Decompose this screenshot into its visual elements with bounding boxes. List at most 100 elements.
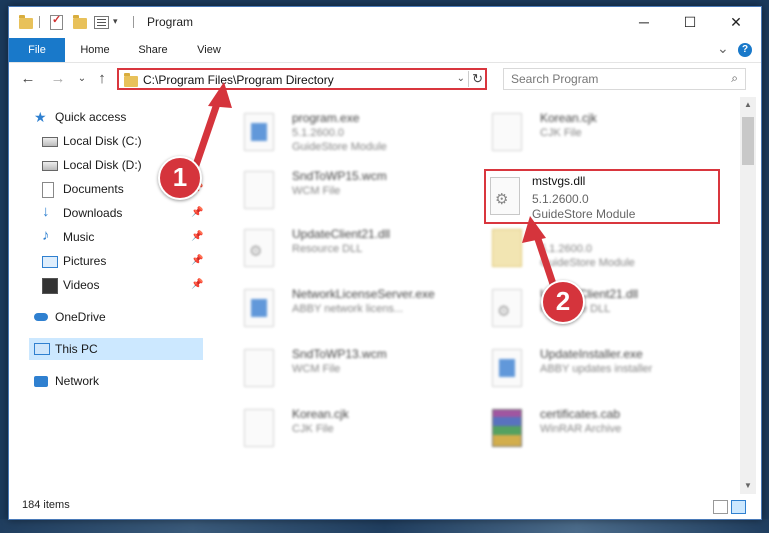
vertical-scrollbar[interactable]: ▲ ▼ (740, 97, 756, 494)
sidebar-item-this-pc[interactable]: This PC (29, 338, 203, 360)
file-item[interactable]: 5.1.2600.0 GuideStore Module (474, 223, 714, 277)
sidebar-item-label: Local Disk (D:) (63, 158, 142, 172)
dll-gear-icon (244, 229, 274, 267)
computer-icon (34, 343, 50, 355)
sidebar-item-local-disk-c[interactable]: Local Disk (C:) (9, 130, 205, 152)
file-icon (244, 349, 274, 387)
new-folder-icon[interactable] (73, 15, 87, 29)
dll-gear-icon (490, 177, 520, 215)
divider (468, 71, 469, 87)
file-type: WinRAR Archive (540, 423, 622, 435)
file-type: WCM File (292, 185, 341, 197)
tab-home[interactable]: Home (71, 38, 119, 62)
step-1-marker: 1 (158, 156, 202, 200)
details-view-button[interactable] (713, 500, 728, 514)
up-button[interactable]: ↑ (93, 70, 111, 88)
file-type: WCM File (292, 363, 341, 375)
document-icon (42, 182, 54, 198)
file-explorer-window: ▾ Program ─ ☐ ✕ File Home Share View ⌄ ?… (8, 6, 762, 520)
recent-locations-button[interactable]: ⌄ (73, 70, 91, 88)
file-name: SndToWP13.wcm (292, 347, 387, 361)
file-icon (244, 409, 274, 447)
sidebar-item-label: Videos (63, 278, 100, 292)
highlighted-file-item[interactable]: mstvgs.dll 5.1.2600.0 GuideStore Module (484, 169, 720, 224)
pin-icon[interactable]: 📌 (191, 202, 203, 224)
scroll-up-icon[interactable]: ▲ (740, 97, 756, 113)
sidebar-item-network[interactable]: Network (9, 370, 205, 392)
help-icon[interactable]: ? (738, 43, 752, 57)
sidebar-item-music[interactable]: Music 📌 (9, 225, 205, 248)
network-icon (34, 376, 48, 387)
close-button[interactable]: ✕ (713, 7, 759, 37)
expand-ribbon-icon[interactable]: ⌄ (717, 40, 729, 57)
file-description: GuideStore Module (292, 141, 387, 153)
executable-icon (244, 113, 274, 151)
search-icon[interactable]: ⌕ (731, 71, 738, 86)
file-description: GuideStore Module (532, 207, 636, 221)
tab-share[interactable]: Share (129, 38, 177, 62)
minimize-button[interactable]: ─ (621, 7, 667, 37)
executable-icon (244, 289, 274, 327)
star-icon (34, 106, 48, 128)
file-list: program.exe 5.1.2600.0 GuideStore Module… (216, 99, 740, 494)
sidebar-item-label: OneDrive (55, 310, 106, 324)
folder-icon[interactable] (19, 15, 33, 29)
desktop-background (0, 519, 769, 533)
file-name: program.exe (292, 111, 360, 125)
address-path[interactable]: C:\Program Files\Program Directory (143, 73, 334, 87)
file-item[interactable]: certificates.cab WinRAR Archive (474, 403, 714, 457)
divider (133, 16, 134, 28)
file-item[interactable]: NetworkLicenseServer.exe ABBY network li… (226, 283, 466, 337)
sidebar-item-pictures[interactable]: Pictures 📌 (9, 250, 205, 272)
picture-icon (42, 256, 58, 268)
refresh-icon[interactable]: ↻ (472, 71, 483, 87)
file-name: NetworkLicenseServer.exe (292, 287, 435, 301)
scroll-thumb[interactable] (742, 117, 754, 165)
file-item-mstvgs[interactable]: mstvgs.dll 5.1.2600.0 GuideStore Module (484, 170, 724, 224)
search-input[interactable]: Search Program (511, 72, 598, 86)
file-type: CJK File (540, 127, 582, 139)
file-item[interactable]: UpdateInstaller.exe ABBY updates install… (474, 343, 714, 397)
title-bar: ▾ Program ─ ☐ ✕ (9, 7, 761, 38)
file-item[interactable]: UpdateClient21.dll Resource DLL (226, 223, 466, 277)
navigation-bar: ← → ⌄ ↑ C:\Program Files\Program Directo… (9, 63, 761, 95)
step-2-marker: 2 (541, 280, 585, 324)
sidebar-item-downloads[interactable]: Downloads 📌 (9, 201, 205, 224)
file-item[interactable]: UpdateClient21.dll Resource DLL (474, 283, 714, 337)
pin-icon[interactable]: 📌 (191, 226, 203, 248)
window-title: Program (147, 15, 194, 29)
address-dropdown-icon[interactable]: ⌄ (457, 73, 465, 84)
file-item[interactable]: program.exe 5.1.2600.0 GuideStore Module (226, 107, 466, 161)
sidebar-item-quick-access[interactable]: Quick access (9, 106, 205, 128)
tab-view[interactable]: View (185, 38, 233, 62)
file-item[interactable]: SndToWP13.wcm WCM File (226, 343, 466, 397)
scroll-down-icon[interactable]: ▼ (740, 478, 756, 494)
sidebar-item-label: Quick access (55, 110, 127, 124)
tiles-view-button[interactable] (731, 500, 746, 514)
file-name: UpdateClient21.dll (292, 227, 391, 241)
pin-icon[interactable]: 📌 (191, 274, 203, 296)
view-options-icon[interactable] (94, 16, 109, 29)
file-description: ABBY network licens... (292, 303, 404, 315)
sidebar-item-onedrive[interactable]: OneDrive (9, 306, 205, 328)
item-count: 184 items (22, 499, 70, 511)
sidebar-item-videos[interactable]: Videos 📌 (9, 274, 205, 296)
address-bar[interactable]: C:\Program Files\Program Directory ⌄ ↻ (117, 68, 487, 90)
sidebar-item-label: Music (63, 230, 95, 244)
divider (39, 16, 40, 28)
properties-check-icon[interactable] (50, 13, 63, 30)
customize-qat-icon[interactable]: ▾ (113, 16, 118, 27)
file-name: UpdateInstaller.exe (540, 347, 643, 361)
pin-icon[interactable]: 📌 (191, 250, 203, 272)
forward-button[interactable]: → (49, 70, 67, 88)
file-item[interactable]: Korean.cjk CJK File (226, 403, 466, 457)
file-version: 5.1.2600.0 (292, 127, 344, 139)
back-button[interactable]: ← (19, 70, 37, 88)
tab-file[interactable]: File (9, 38, 65, 62)
search-box[interactable]: Search Program ⌕ (503, 68, 746, 90)
sidebar-item-label: Downloads (63, 206, 123, 220)
maximize-button[interactable]: ☐ (667, 7, 713, 37)
file-version: 5.1.2600.0 (540, 243, 592, 255)
file-item[interactable]: Korean.cjk CJK File (474, 107, 714, 161)
file-item[interactable]: SndToWP15.wcm WCM File (226, 165, 466, 219)
